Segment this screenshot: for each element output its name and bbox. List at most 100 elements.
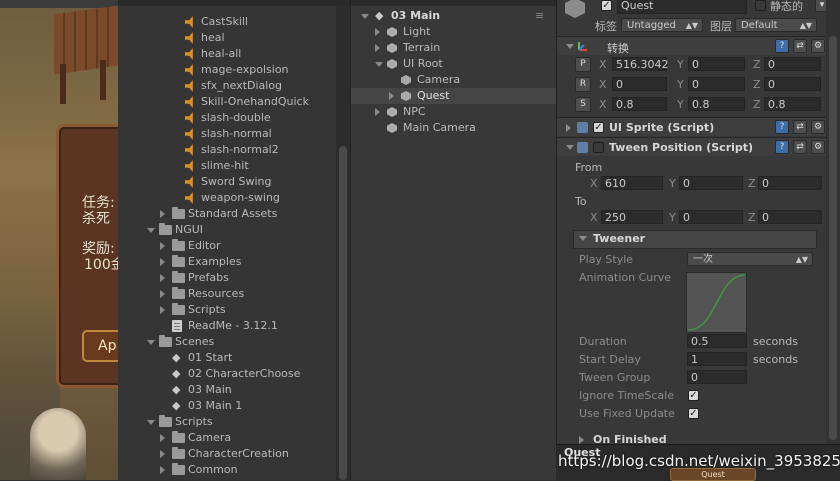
position-z-field[interactable]: 0	[764, 57, 821, 71]
project-item[interactable]: Prefabs	[118, 270, 333, 286]
tween-enabled-checkbox[interactable]	[593, 142, 604, 153]
project-item[interactable]: mage-expolsion	[118, 62, 333, 78]
hierarchy-item[interactable]: NPC	[351, 104, 556, 120]
scale-x-field[interactable]: 0.8	[612, 97, 667, 111]
project-item[interactable]: Scripts	[118, 414, 333, 430]
hierarchy-item[interactable]: Light	[351, 24, 556, 40]
project-item[interactable]: Scenes	[118, 334, 333, 350]
object-name-field[interactable]: Quest	[617, 0, 747, 14]
from-x-field[interactable]: 610	[601, 176, 663, 190]
project-item[interactable]: Camera	[118, 430, 333, 446]
project-item[interactable]: slash-normal2	[118, 142, 333, 158]
project-item[interactable]: Standard Assets	[118, 206, 333, 222]
rotation-z-field[interactable]: 0	[764, 77, 821, 91]
to-z-field[interactable]: 0	[758, 210, 822, 224]
use-fixed-update-checkbox[interactable]: ✓	[688, 408, 699, 419]
project-item[interactable]: slash-double	[118, 110, 333, 126]
animation-curve-field[interactable]	[686, 272, 747, 333]
help-icon[interactable]: ?	[775, 39, 789, 53]
preset-icon[interactable]: ⇄	[793, 140, 807, 154]
expand-arrow-icon[interactable]	[147, 228, 155, 233]
on-finished-fold-arrow-icon[interactable]	[579, 436, 584, 444]
project-scrollbar-thumb[interactable]	[339, 146, 347, 480]
start-delay-field[interactable]: 1	[687, 352, 747, 366]
project-scrollbar[interactable]	[336, 6, 350, 480]
rotation-x-field[interactable]: 0	[612, 77, 667, 91]
collapse-arrow-icon[interactable]	[160, 434, 165, 442]
expand-arrow-icon[interactable]	[147, 340, 155, 345]
project-item[interactable]: Editor	[118, 238, 333, 254]
scale-reset-button[interactable]: S	[575, 97, 591, 112]
collapse-arrow-icon[interactable]	[375, 108, 380, 116]
rotation-y-field[interactable]: 0	[688, 77, 745, 91]
tween-fold-arrow-icon[interactable]	[566, 145, 574, 150]
static-checkbox[interactable]	[755, 0, 766, 11]
to-x-field[interactable]: 250	[601, 210, 663, 224]
inspector-scrollbar[interactable]	[826, 0, 840, 450]
project-item[interactable]: Scripts	[118, 302, 333, 318]
hierarchy-item[interactable]: UI Root	[351, 56, 556, 72]
tween-group-field[interactable]: 0	[687, 370, 747, 384]
project-item[interactable]: NGUI	[118, 222, 333, 238]
collapse-arrow-icon[interactable]	[160, 290, 165, 298]
to-y-field[interactable]: 0	[679, 210, 743, 224]
active-checkbox[interactable]: ✓	[601, 0, 612, 11]
project-item[interactable]: slime-hit	[118, 158, 333, 174]
project-item[interactable]: ◆ 02 CharacterChoose	[118, 366, 333, 382]
project-item[interactable]: ReadMe - 3.12.1	[118, 318, 333, 334]
expand-arrow-icon[interactable]	[375, 62, 383, 67]
project-item[interactable]: slash-normal	[118, 126, 333, 142]
hierarchy-scene-row[interactable]: ◆ 03 Main ≡	[355, 8, 555, 24]
position-reset-button[interactable]: P	[575, 57, 591, 72]
dialog-accept-button[interactable]: Ap	[82, 330, 118, 362]
collapse-arrow-icon[interactable]	[160, 274, 165, 282]
project-item[interactable]: heal	[118, 30, 333, 46]
collapse-arrow-icon[interactable]	[375, 44, 380, 52]
tweener-fold-arrow-icon[interactable]	[579, 236, 587, 241]
preset-icon[interactable]: ⇄	[793, 39, 807, 53]
expand-arrow-icon[interactable]	[147, 420, 155, 425]
scale-y-field[interactable]: 0.8	[688, 97, 745, 111]
ui-sprite-enabled-checkbox[interactable]: ✓	[593, 122, 604, 133]
inspector-scrollbar-thumb[interactable]	[829, 36, 837, 440]
tag-dropdown[interactable]: Untagged ▲▼	[621, 18, 703, 32]
play-style-dropdown[interactable]: 一次 ▲▼	[687, 252, 813, 266]
duration-field[interactable]: 0.5	[687, 334, 747, 348]
hierarchy-item[interactable]: Quest	[351, 88, 556, 104]
transform-fold-arrow-icon[interactable]	[566, 44, 574, 49]
from-z-field[interactable]: 0	[758, 176, 822, 190]
preset-icon[interactable]: ⇄	[793, 120, 807, 134]
hierarchy-item[interactable]: Camera	[351, 72, 556, 88]
project-item[interactable]: CharacterCreation	[118, 446, 333, 462]
ignore-timescale-checkbox[interactable]: ✓	[688, 390, 699, 401]
ui-sprite-fold-arrow-icon[interactable]	[566, 124, 571, 132]
collapse-arrow-icon[interactable]	[375, 28, 380, 36]
collapse-arrow-icon[interactable]	[389, 92, 394, 100]
settings-gear-icon[interactable]: ⚙	[811, 120, 825, 134]
collapse-arrow-icon[interactable]	[160, 466, 165, 474]
project-item[interactable]: ◆ 01 Start	[118, 350, 333, 366]
collapse-arrow-icon[interactable]	[160, 242, 165, 250]
project-item[interactable]: Examples	[118, 254, 333, 270]
project-item[interactable]: Skill-OnehandQuick	[118, 94, 333, 110]
project-item[interactable]: weapon-swing	[118, 190, 333, 206]
help-icon[interactable]: ?	[775, 120, 789, 134]
project-item[interactable]: ◆ 03 Main	[118, 382, 333, 398]
project-item[interactable]: heal-all	[118, 46, 333, 62]
scale-z-field[interactable]: 0.8	[764, 97, 821, 111]
collapse-arrow-icon[interactable]	[160, 210, 165, 218]
hierarchy-menu-icon[interactable]: ≡	[535, 8, 544, 24]
help-icon[interactable]: ?	[775, 140, 789, 154]
hierarchy-item[interactable]: Main Camera	[351, 120, 556, 136]
layer-dropdown[interactable]: Default ▲▼	[735, 18, 817, 32]
project-item[interactable]: CastSkill	[118, 14, 333, 30]
project-item[interactable]: sfx_nextDialog	[118, 78, 333, 94]
settings-gear-icon[interactable]: ⚙	[811, 140, 825, 154]
position-x-field[interactable]: 516.3042	[612, 57, 669, 71]
expand-arrow-icon[interactable]	[361, 14, 369, 19]
hierarchy-item[interactable]: Terrain	[351, 40, 556, 56]
collapse-arrow-icon[interactable]	[160, 258, 165, 266]
project-item[interactable]: ◆ 03 Main 1	[118, 398, 333, 414]
collapse-arrow-icon[interactable]	[160, 306, 165, 314]
settings-gear-icon[interactable]: ⚙	[811, 39, 825, 53]
